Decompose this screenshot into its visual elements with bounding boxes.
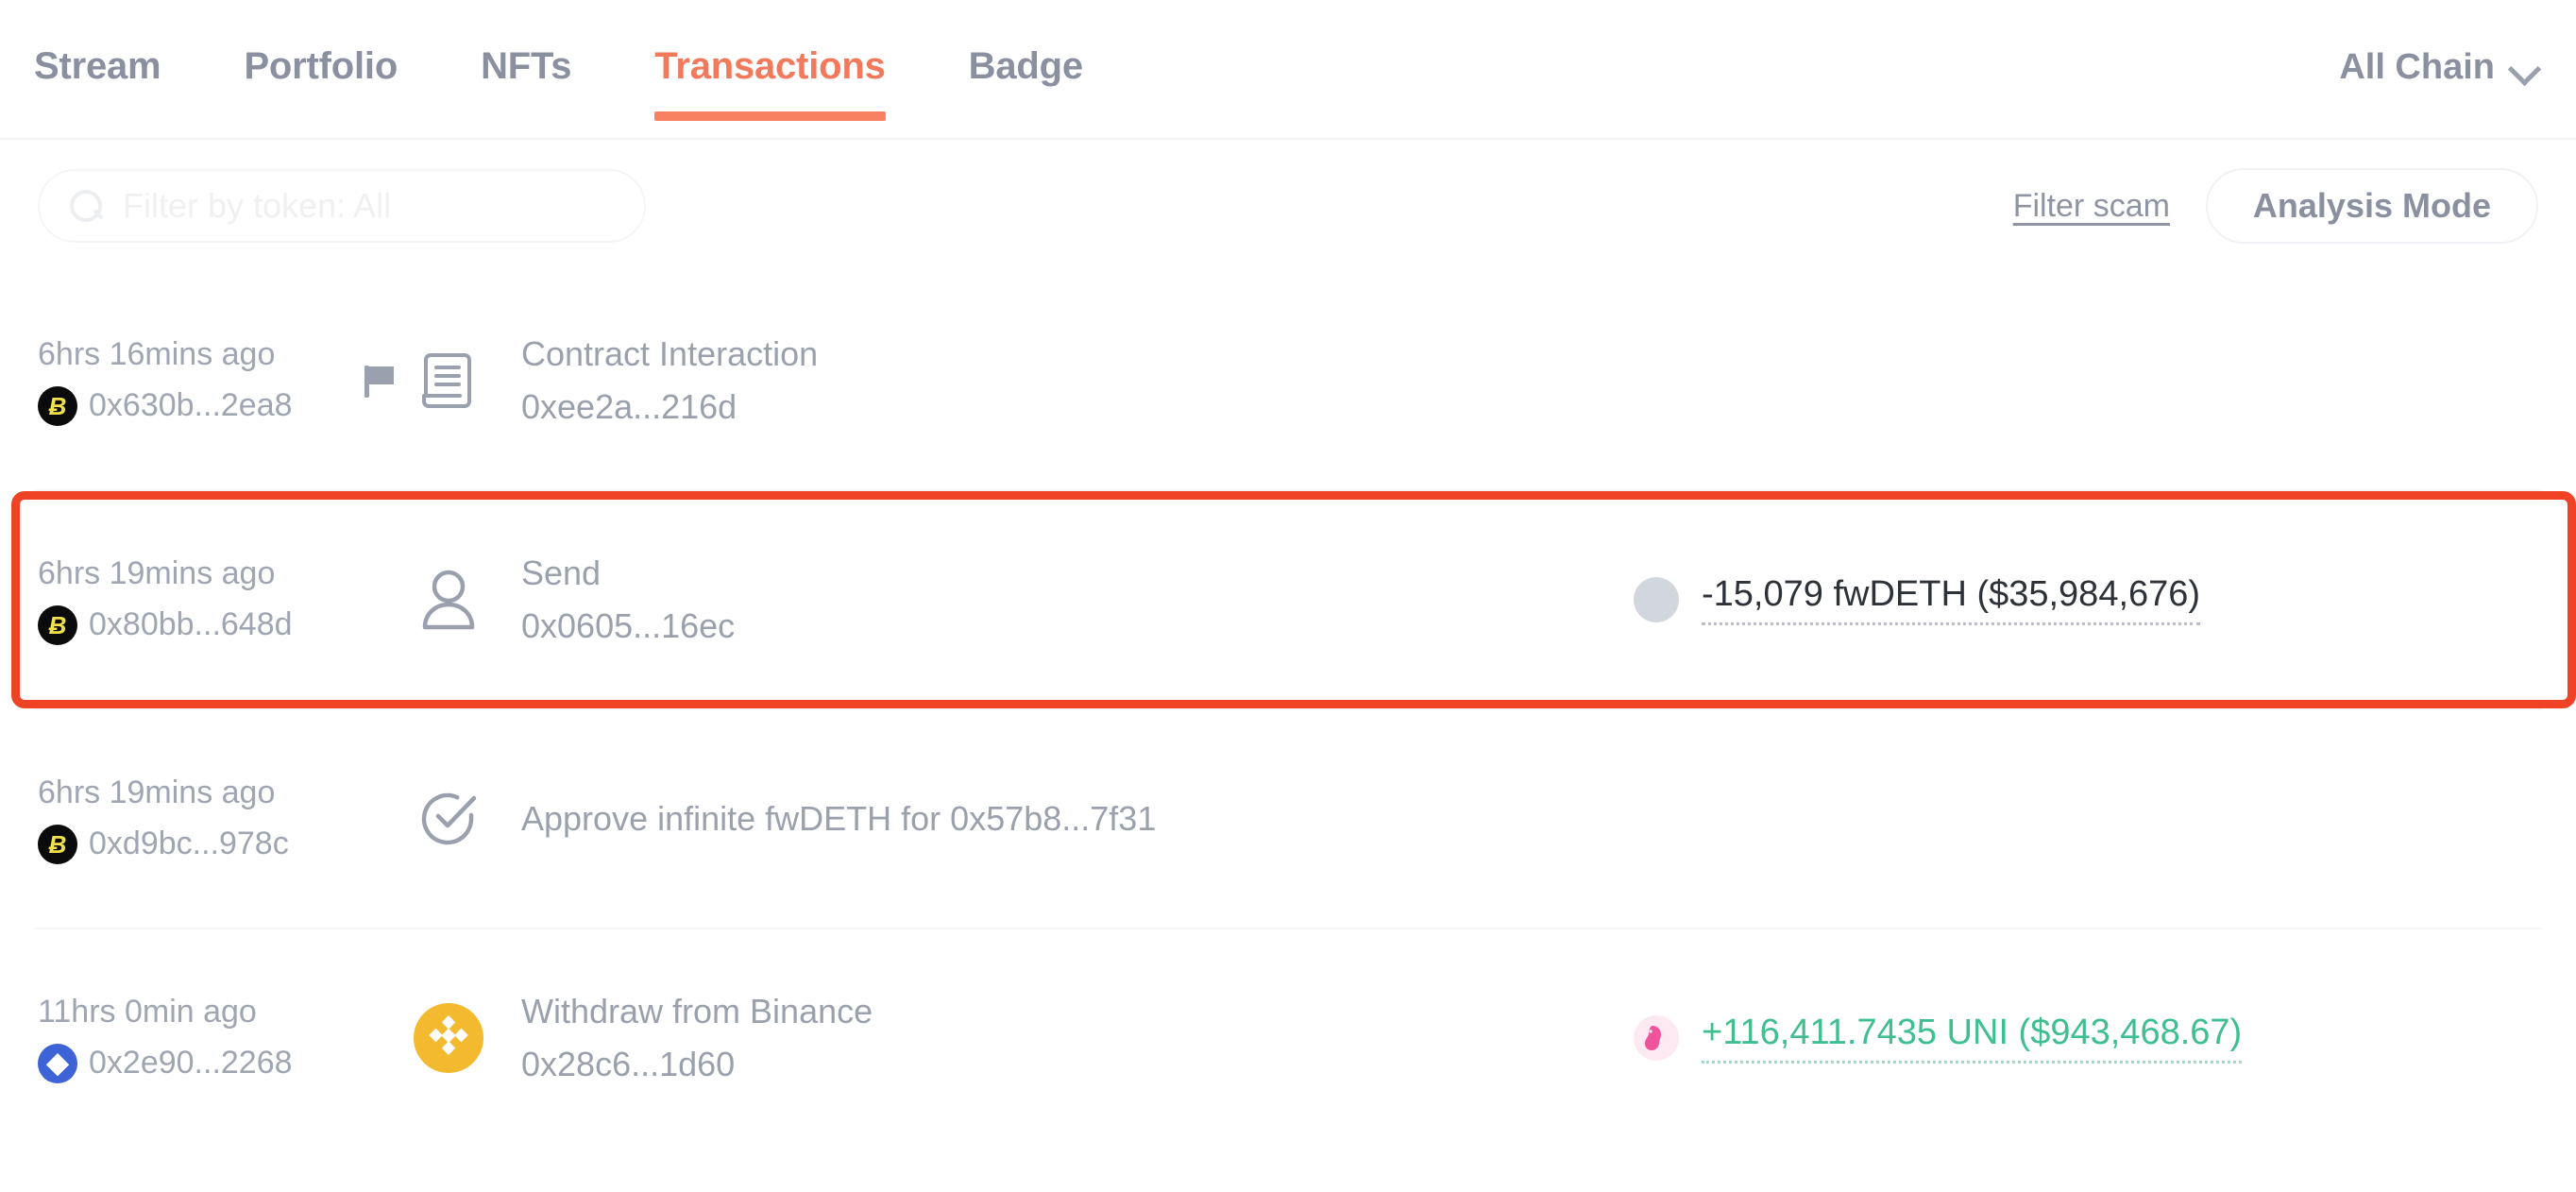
transaction-title: Contract Interaction bbox=[521, 334, 819, 373]
transaction-subtitle[interactable]: 0xee2a...216d bbox=[521, 387, 818, 427]
filter-scam-link[interactable]: Filter scam bbox=[2013, 188, 2170, 225]
transaction-type-text: Withdraw from Binance 0x28c6...1d60 bbox=[521, 992, 873, 1084]
filter-toolbar: Filter scam Analysis Mode bbox=[0, 140, 2576, 272]
bsc-chain-icon: Ƀ bbox=[38, 385, 77, 426]
transaction-hash-line: Ƀ 0x630b...2ea8 bbox=[38, 385, 359, 426]
transaction-time-column: 11hrs 0min ago ◆ 0x2e90...2268 bbox=[38, 994, 359, 1083]
transaction-subtitle[interactable]: 0x0605...16ec bbox=[521, 606, 735, 646]
uniswap-token-icon bbox=[1634, 1015, 1679, 1061]
chain-filter-dropdown[interactable]: All Chain bbox=[2339, 0, 2538, 88]
transaction-timestamp: 6hrs 16mins ago bbox=[38, 335, 276, 372]
transaction-timestamp: 6hrs 19mins ago bbox=[38, 554, 276, 591]
main-tab-bar: Stream Portfolio NFTs Transactions Badge… bbox=[0, 0, 2576, 140]
user-icon bbox=[414, 565, 483, 635]
transaction-title: Withdraw from Binance bbox=[521, 992, 873, 1030]
transaction-title: Approve infinite fwDETH for 0x57b8...7f3… bbox=[521, 799, 1157, 838]
transaction-hash[interactable]: 0x2e90...2268 bbox=[89, 1045, 293, 1081]
transactions-page: Stream Portfolio NFTs Transactions Badge… bbox=[0, 0, 2576, 1192]
transaction-hash-line: ◆ 0x2e90...2268 bbox=[38, 1043, 359, 1083]
bsc-chain-icon: Ƀ bbox=[38, 824, 77, 864]
transaction-amount[interactable]: -15,079 fwDETH ($35,984,676) bbox=[1702, 574, 2201, 625]
table-row[interactable]: 6hrs 19mins ago Ƀ 0x80bb...648d Send 0x0… bbox=[0, 491, 2576, 708]
token-filter-box[interactable] bbox=[38, 169, 646, 243]
transaction-subtitle[interactable]: 0x28c6...1d60 bbox=[521, 1045, 873, 1084]
transaction-type-column: Withdraw from Binance 0x28c6...1d60 bbox=[359, 992, 1634, 1084]
transaction-timestamp: 11hrs 0min ago bbox=[38, 993, 257, 1030]
tab-nfts-label: NFTs bbox=[481, 45, 572, 87]
table-row[interactable]: 6hrs 19mins ago Ƀ 0xd9bc...978c Approve … bbox=[0, 710, 2576, 928]
transaction-type-text: Approve infinite fwDETH for 0x57b8...7f3… bbox=[521, 799, 1156, 839]
transaction-amount-column: -15,079 fwDETH ($35,984,676) bbox=[1634, 574, 2201, 625]
generic-token-icon bbox=[1634, 577, 1679, 622]
transaction-time-column: 6hrs 19mins ago Ƀ 0x80bb...648d bbox=[38, 555, 359, 645]
tab-portfolio[interactable]: Portfolio bbox=[202, 0, 439, 138]
flag-icon bbox=[359, 360, 400, 401]
transaction-hash-line: Ƀ 0xd9bc...978c bbox=[38, 824, 359, 864]
tab-portfolio-label: Portfolio bbox=[244, 45, 398, 87]
tab-badge-label: Badge bbox=[968, 45, 1083, 87]
transaction-title: Send bbox=[521, 553, 602, 592]
transaction-type-text: Send 0x0605...16ec bbox=[521, 553, 735, 646]
bsc-chain-icon: Ƀ bbox=[38, 605, 77, 645]
transaction-timestamp: 6hrs 19mins ago bbox=[38, 774, 276, 810]
table-row[interactable]: 6hrs 16mins ago Ƀ 0x630b...2ea8 Contract… bbox=[0, 272, 2576, 489]
tab-group: Stream Portfolio NFTs Transactions Badge bbox=[34, 0, 1125, 138]
transaction-type-text: Contract Interaction 0xee2a...216d bbox=[521, 334, 818, 427]
tab-transactions-label: Transactions bbox=[654, 45, 886, 87]
eth-chain-icon: ◆ bbox=[38, 1043, 77, 1083]
transaction-type-column: Contract Interaction 0xee2a...216d bbox=[359, 334, 1634, 427]
tab-nfts[interactable]: NFTs bbox=[439, 0, 613, 138]
analysis-mode-button[interactable]: Analysis Mode bbox=[2205, 168, 2538, 244]
filter-actions: Filter scam Analysis Mode bbox=[2013, 168, 2538, 244]
analysis-mode-label: Analysis Mode bbox=[2252, 186, 2491, 225]
chain-filter-label: All Chain bbox=[2339, 47, 2495, 87]
transaction-hash[interactable]: 0x80bb...648d bbox=[89, 606, 293, 643]
approve-check-icon bbox=[414, 784, 483, 854]
search-input[interactable] bbox=[123, 186, 616, 226]
transaction-time-column: 6hrs 19mins ago Ƀ 0xd9bc...978c bbox=[38, 775, 359, 864]
contract-scroll-icon bbox=[414, 346, 483, 416]
transaction-list: 6hrs 16mins ago Ƀ 0x630b...2ea8 Contract… bbox=[0, 272, 2576, 1147]
chevron-down-icon bbox=[2510, 56, 2538, 84]
active-tab-indicator bbox=[654, 111, 886, 121]
tab-stream-label: Stream bbox=[34, 45, 161, 87]
tab-transactions[interactable]: Transactions bbox=[613, 0, 926, 138]
tab-badge[interactable]: Badge bbox=[927, 0, 1125, 138]
binance-icon bbox=[414, 1003, 483, 1073]
transaction-amount-column: +116,411.7435 UNI ($943,468.67) bbox=[1634, 1013, 2243, 1064]
transaction-type-column: Send 0x0605...16ec bbox=[359, 553, 1634, 646]
search-icon bbox=[68, 188, 104, 224]
transaction-hash[interactable]: 0xd9bc...978c bbox=[89, 826, 289, 862]
table-row[interactable]: 11hrs 0min ago ◆ 0x2e90...2268 Withdraw … bbox=[0, 929, 2576, 1147]
transaction-type-column: Approve infinite fwDETH for 0x57b8...7f3… bbox=[359, 784, 1634, 854]
transaction-amount[interactable]: +116,411.7435 UNI ($943,468.67) bbox=[1702, 1013, 2243, 1064]
tab-stream[interactable]: Stream bbox=[34, 0, 202, 138]
transaction-hash[interactable]: 0x630b...2ea8 bbox=[89, 387, 293, 424]
transaction-time-column: 6hrs 16mins ago Ƀ 0x630b...2ea8 bbox=[38, 336, 359, 426]
transaction-hash-line: Ƀ 0x80bb...648d bbox=[38, 605, 359, 645]
